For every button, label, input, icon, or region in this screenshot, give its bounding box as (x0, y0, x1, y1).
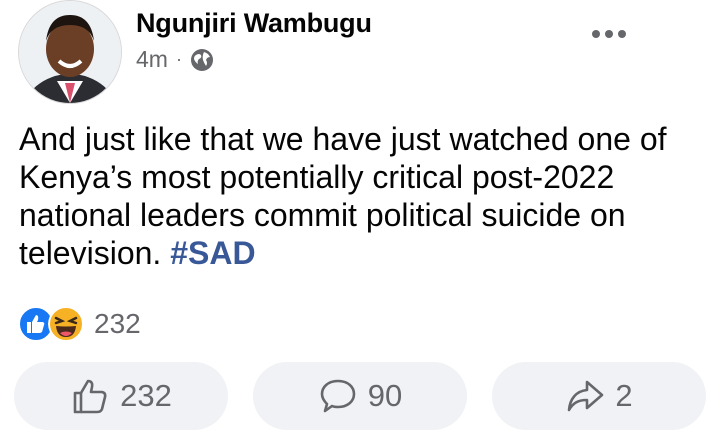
reaction-count: 232 (94, 308, 141, 339)
comment-count: 90 (367, 378, 403, 413)
comment-icon (320, 379, 356, 413)
globe-icon[interactable] (190, 48, 214, 72)
share-button[interactable]: 2 (492, 362, 706, 430)
like-count: 232 (120, 378, 172, 413)
hashtag-link[interactable]: #SAD (170, 235, 255, 271)
thumbs-up-icon (73, 379, 107, 414)
meta-separator: · (175, 49, 182, 69)
more-options-icon[interactable] (592, 30, 626, 38)
post-body: And just like that we have just watched … (19, 120, 709, 272)
haha-reaction-icon (48, 306, 84, 342)
post-body-text: And just like that we have just watched … (19, 121, 667, 271)
comment-button[interactable]: 90 (253, 362, 467, 430)
share-icon (568, 380, 604, 412)
author-avatar[interactable] (18, 0, 122, 104)
post-timestamp[interactable]: 4m (136, 46, 168, 73)
share-count: 2 (615, 378, 633, 413)
post-meta: 4m · (136, 46, 214, 73)
reaction-summary[interactable]: 232 (18, 306, 141, 342)
like-button[interactable]: 232 (14, 362, 228, 430)
author-name[interactable]: Ngunjiri Wambugu (136, 8, 372, 39)
